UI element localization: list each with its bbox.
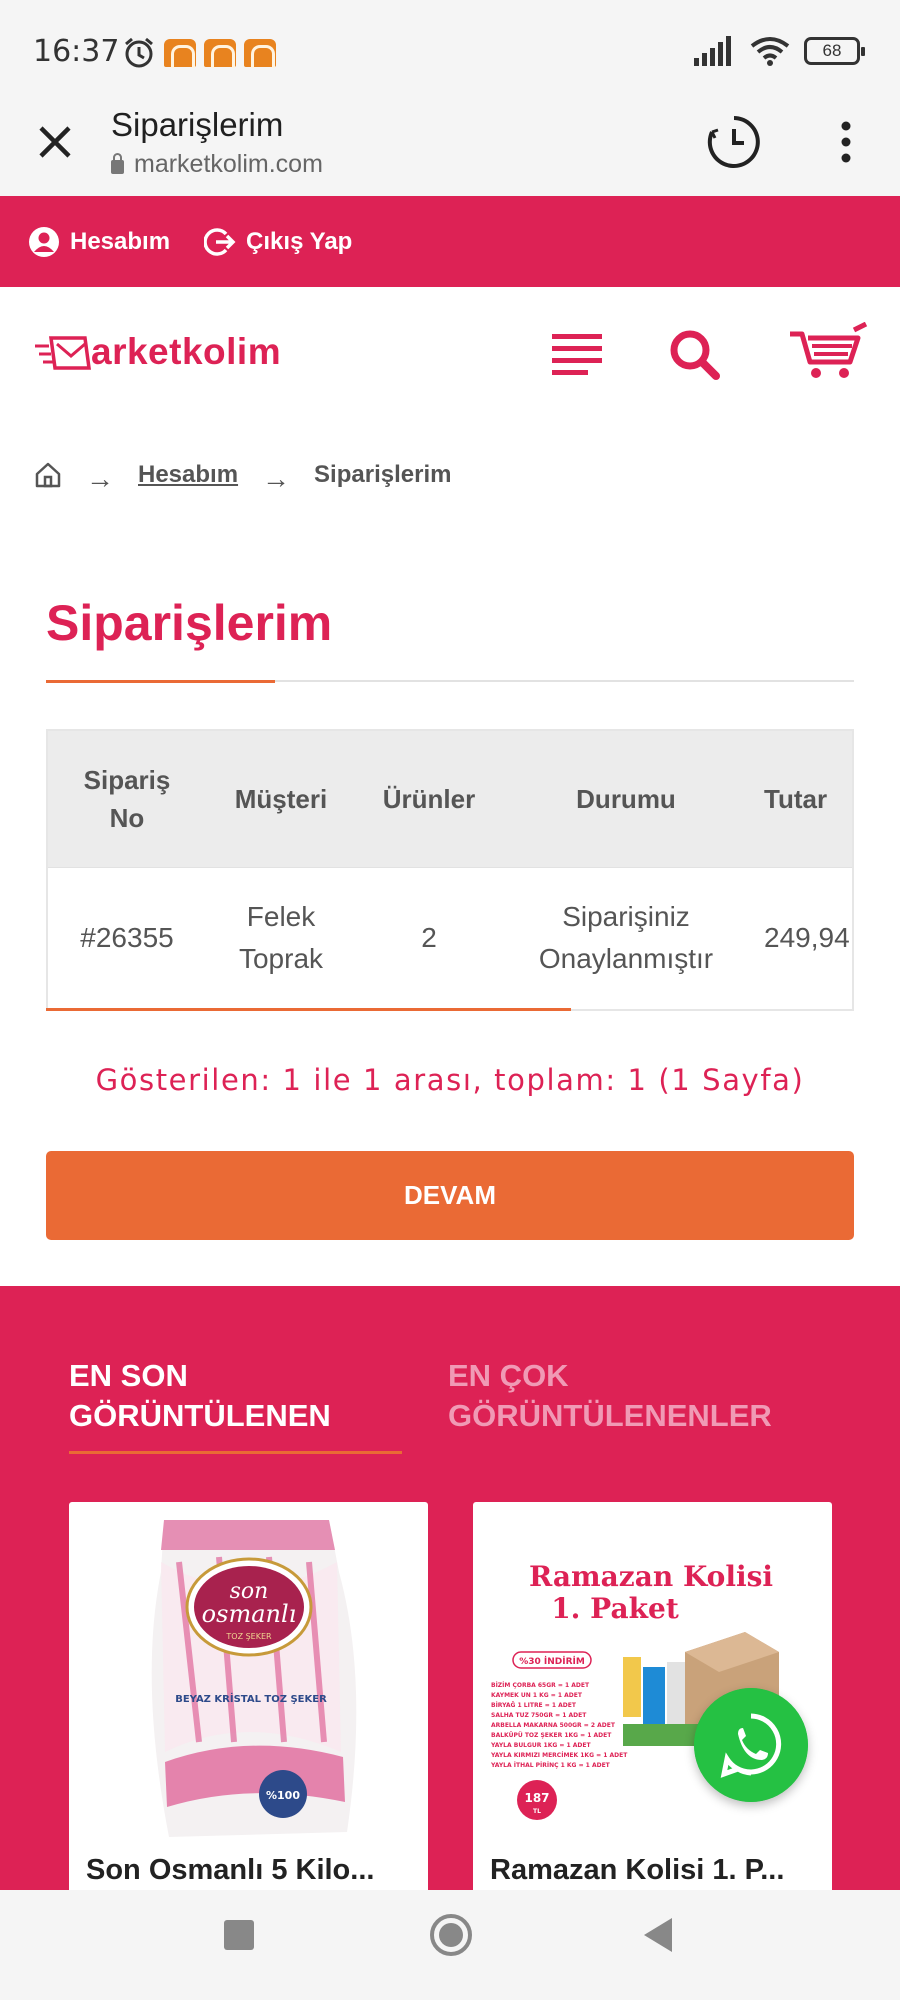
order-status: Siparişiniz Onaylanmıştır [502,866,750,1009]
wifi-icon [750,37,790,66]
breadcrumb-arrow: → [86,463,114,494]
ramadan-headline-1: Ramazan Kolisi [529,1560,773,1593]
ramadan-price: 187 [524,1791,549,1805]
search-icon[interactable] [666,326,722,382]
ramadan-content-item: YAYLA İTHAL PİRİNÇ 1 KG = 1 ADET [490,1762,611,1769]
column-header-total: Tutar [750,731,852,867]
user-icon [29,226,59,257]
browser-url: marketkolim.com [111,150,323,179]
history-icon[interactable] [706,114,762,170]
column-header-status: Durumu [502,731,750,867]
ramadan-headline-2: 1. Paket [551,1592,679,1625]
ramadan-discount: %30 İNDİRİM [519,1656,585,1667]
orders-table: Sipariş No Müşteri Ürünler Durumu Tutar #… [48,731,852,1009]
whatsapp-icon[interactable] [694,1688,808,1802]
close-icon[interactable] [33,120,77,164]
logo-text: arketkolim [91,331,282,372]
tab-recently-viewed[interactable]: EN SON GÖRÜNTÜLENEN [69,1356,331,1436]
browser-title: Siparişlerim [111,106,284,143]
breadcrumb-arrow: → [262,463,291,494]
breadcrumb: → Hesabım → Siparişlerim [34,455,451,495]
page-title: Siparişlerim [46,595,333,651]
order-products: 2 [356,866,502,1009]
continue-button[interactable]: DEVAM [46,1151,854,1240]
ramadan-price-unit: TL [533,1808,541,1815]
column-header-order-no: Sipariş No [48,731,206,867]
menu-icon[interactable] [550,330,606,380]
sugar-brand-line2: osmanlı [202,1600,297,1628]
cart-icon[interactable] [788,322,868,382]
product-name[interactable]: Ramazan Kolisi 1. P... [490,1854,820,1887]
active-tab-underline [69,1451,402,1454]
order-number[interactable]: #26355 [48,866,206,1009]
more-vert-icon[interactable] [826,118,866,166]
ramadan-box-image: Ramazan Kolisi 1. Paket %30 İNDİRİM BİZİ… [490,1560,779,1820]
table-header-row: Sipariş No Müşteri Ürünler Durumu Tutar [48,731,852,867]
title-accent-line [46,680,275,683]
table-scrollbar[interactable] [46,1008,571,1011]
ramadan-content-item: SALHA TUZ 750GR = 1 ADET [491,1712,587,1719]
sugar-badge: %100 [266,1789,300,1802]
alarm-icon [125,37,153,68]
logout-label: Çıkış Yap [246,227,353,255]
home-button[interactable] [430,1914,472,1956]
notification-icon [244,39,276,68]
account-nav: Hesabım Çıkış Yap [0,196,900,287]
table-row[interactable]: #26355 Felek Toprak 2 Siparişiniz Onaylanm… [48,866,852,1009]
sugar-label: BEYAZ KRİSTAL TOZ ŞEKER [175,1691,327,1705]
notification-icon [164,39,196,68]
status-icons-left [122,36,276,70]
breadcrumb-account[interactable]: Hesabım [138,461,238,489]
pagination-summary: Gösterilen: 1 ile 1 arası, toplam: 1 (1 … [95,1063,805,1097]
status-icons-right: 68 [694,36,865,66]
product-name[interactable]: Son Osmanlı 5 Kilo... [86,1854,416,1887]
account-link[interactable]: Hesabım [28,226,170,258]
back-button[interactable] [644,1918,672,1952]
ramadan-content-item: KAYMEK UN 1 KG = 1 ADET [491,1692,583,1699]
lock-icon [111,152,124,174]
status-time: 16:37 [33,34,120,69]
ramadan-content-item: YAYLA BULGUR 1KG = 1 ADET [490,1742,591,1749]
system-nav-bar [0,1890,900,2000]
ramadan-content-item: ARBELLA MAKARNA 500GR = 2 ADET [491,1722,616,1729]
ramadan-content-item: BİRYAĞ 1 LITRE = 1 ADET [491,1702,577,1709]
logo-mark-icon [35,336,91,370]
logout-link[interactable]: Çıkış Yap [204,226,352,258]
logout-icon [204,227,236,256]
sugar-brand-sub: TOZ ŞEKER [225,1632,272,1641]
url-text: marketkolim.com [134,150,323,178]
order-customer: Felek Toprak [206,866,356,1009]
sugar-bag-image: son osmanlı TOZ ŞEKER BEYAZ KRİSTAL TOZ … [151,1520,357,1837]
column-header-customer: Müşteri [206,731,356,867]
breadcrumb-current: Siparişlerim [314,461,452,488]
tab-most-viewed[interactable]: EN ÇOK GÖRÜNTÜLENENLER [448,1356,772,1436]
browser-bar: Siparişlerim marketkolim.com [0,104,900,196]
column-header-products: Ürünler [356,731,502,867]
order-total: 249,94 [750,866,852,1009]
signal-icon [694,36,731,66]
orders-table-container[interactable]: Sipariş No Müşteri Ürünler Durumu Tutar #… [46,729,854,1011]
status-bar: 16:37 68 [0,0,900,104]
battery-icon: 68 [804,37,865,65]
home-icon[interactable] [34,461,62,489]
notification-icon [204,39,236,68]
account-label: Hesabım [70,227,171,255]
ramadan-content-item: BİZİM ÇORBA 65GR = 1 ADET [491,1682,590,1689]
ramadan-content-item: BALKÜPÜ TOZ ŞEKER 1KG = 1 ADET [491,1732,612,1739]
product-card[interactable]: son osmanlı TOZ ŞEKER BEYAZ KRİSTAL TOZ … [69,1502,428,1902]
recents-button[interactable] [224,1920,254,1950]
ramadan-content-item: YAYLA KIRMIZI MERCİMEK 1KG = 1 ADET [490,1752,628,1759]
site-logo[interactable]: arketkolim [33,330,281,374]
